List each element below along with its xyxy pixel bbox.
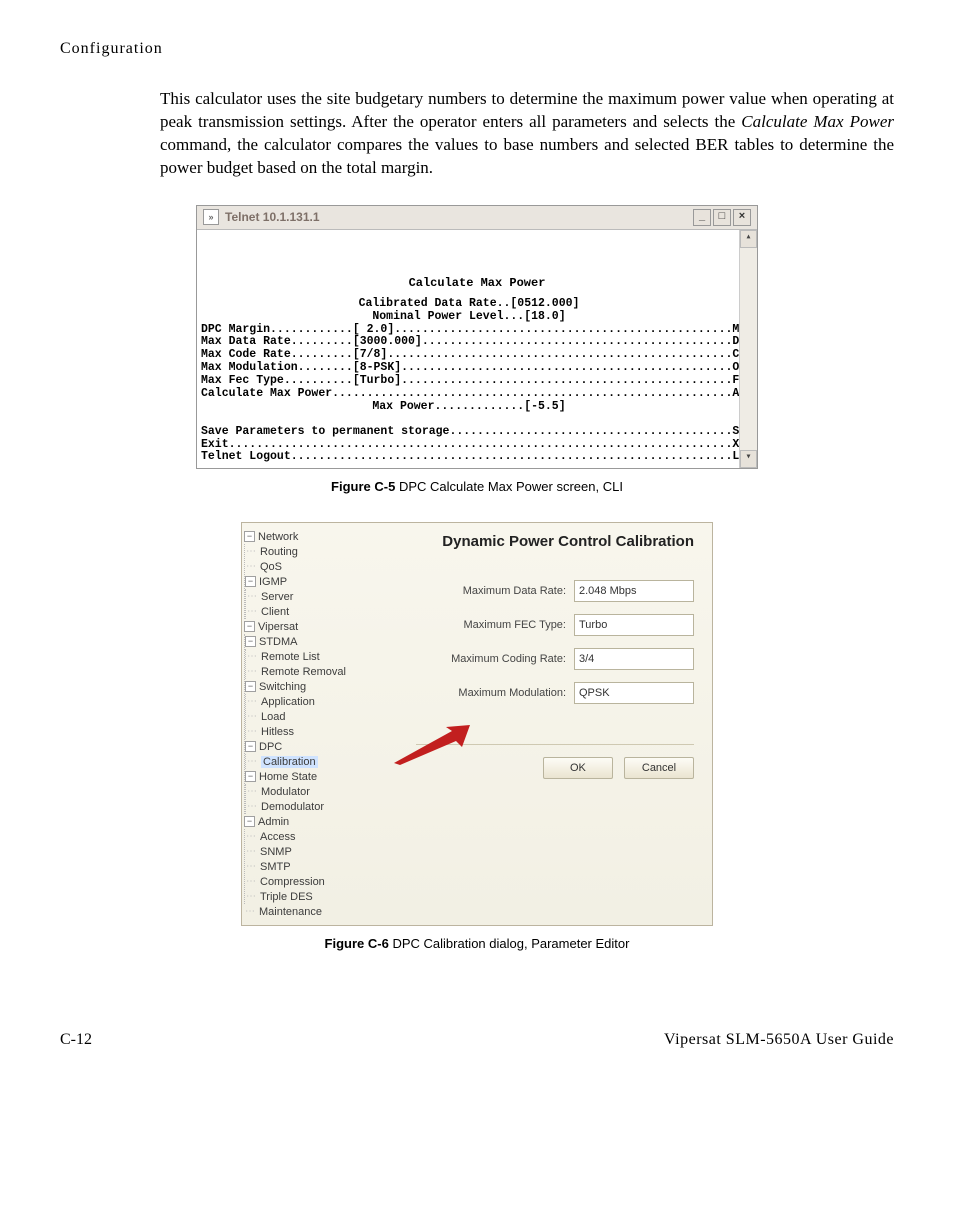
tree-stdma[interactable]: STDMA	[259, 636, 298, 648]
figure-c5-text: DPC Calculate Max Power screen, CLI	[395, 479, 623, 494]
tree-demodulator[interactable]: Demodulator	[261, 801, 324, 813]
tree-switching[interactable]: Switching	[259, 681, 306, 693]
tree-smtp[interactable]: SMTP	[260, 861, 291, 873]
tree-vipersat[interactable]: Vipersat	[258, 621, 298, 633]
tree-home-state[interactable]: Home State	[259, 771, 317, 783]
figure-c5-num: Figure C-5	[331, 479, 395, 494]
tree-triple-des[interactable]: Triple DES	[260, 891, 313, 903]
telnet-window: » Telnet 10.1.131.1 _ □ × ▴ ▾ Calculate …	[196, 205, 758, 470]
telnet-body: ▴ ▾ Calculate Max Power Calibrated Data …	[197, 230, 757, 469]
figure-c6-caption: Figure C-6 DPC Calibration dialog, Param…	[60, 936, 894, 951]
section-header: Configuration	[60, 40, 894, 58]
minimize-button[interactable]: _	[693, 209, 711, 226]
max-fec-type-label: Maximum FEC Type:	[416, 619, 574, 631]
tree-hitless[interactable]: Hitless	[261, 726, 294, 738]
tree-network[interactable]: Network	[258, 531, 298, 543]
telnet-title-text: Telnet 10.1.131.1	[225, 210, 320, 224]
max-modulation-label: Maximum Modulation:	[416, 687, 574, 699]
max-coding-rate-label: Maximum Coding Rate:	[416, 653, 574, 665]
form-panel: Dynamic Power Control Calibration Maximu…	[410, 523, 712, 925]
tree-igmp[interactable]: IGMP	[259, 576, 287, 588]
telnet-scrollbar[interactable]: ▴ ▾	[739, 230, 757, 469]
tree-snmp[interactable]: SNMP	[260, 846, 292, 858]
telnet-app-icon: »	[203, 209, 219, 225]
ok-button[interactable]: OK	[543, 757, 613, 779]
footer-guide-title: Vipersat SLM-5650A User Guide	[664, 1031, 894, 1049]
expander-icon[interactable]: −	[245, 681, 256, 692]
tree-load[interactable]: Load	[261, 711, 285, 723]
telnet-footer-block: Save Parameters to permanent storage....…	[199, 414, 755, 465]
max-data-rate-input[interactable]	[574, 580, 694, 602]
nav-tree: −Network ⋯Routing ⋯QoS −IGMP ⋯Server ⋯Cl…	[242, 523, 410, 925]
max-data-rate-label: Maximum Data Rate:	[416, 585, 574, 597]
tree-routing[interactable]: Routing	[260, 546, 298, 558]
tree-remote-list[interactable]: Remote List	[261, 651, 320, 663]
tree-client[interactable]: Client	[261, 606, 289, 618]
telnet-titlebar: » Telnet 10.1.131.1 _ □ ×	[197, 206, 757, 230]
telnet-params-block: Calibrated Data Rate..[0512.000] Nominal…	[199, 298, 755, 414]
close-button[interactable]: ×	[733, 209, 751, 226]
scroll-down-icon[interactable]: ▾	[740, 450, 757, 468]
maximize-button[interactable]: □	[713, 209, 731, 226]
expander-icon[interactable]: −	[244, 816, 255, 827]
expander-icon[interactable]: −	[244, 621, 255, 632]
intro-text-italic: Calculate Max Power	[741, 112, 894, 131]
cancel-button[interactable]: Cancel	[624, 757, 694, 779]
scroll-up-icon[interactable]: ▴	[740, 230, 757, 248]
tree-compression[interactable]: Compression	[260, 876, 325, 888]
tree-modulator[interactable]: Modulator	[261, 786, 310, 798]
tree-calibration[interactable]: Calibration	[261, 756, 318, 768]
figure-c6-text: DPC Calibration dialog, Parameter Editor	[389, 936, 630, 951]
max-fec-type-input[interactable]	[574, 614, 694, 636]
tree-application[interactable]: Application	[261, 696, 315, 708]
expander-icon[interactable]: −	[244, 531, 255, 542]
separator	[416, 744, 694, 745]
tree-qos[interactable]: QoS	[260, 561, 282, 573]
intro-text-b: command, the calculator compares the val…	[160, 135, 894, 177]
expander-icon[interactable]: −	[245, 576, 256, 587]
expander-icon[interactable]: −	[245, 636, 256, 647]
expander-icon[interactable]: −	[245, 741, 256, 752]
tree-remote-removal[interactable]: Remote Removal	[261, 666, 346, 678]
max-modulation-input[interactable]	[574, 682, 694, 704]
panel-heading: Dynamic Power Control Calibration	[416, 533, 694, 550]
tree-maintenance[interactable]: Maintenance	[259, 906, 322, 918]
tree-access[interactable]: Access	[260, 831, 295, 843]
figure-c5-caption: Figure C-5 DPC Calculate Max Power scree…	[60, 479, 894, 494]
figure-c6-num: Figure C-6	[325, 936, 389, 951]
telnet-screen-heading: Calculate Max Power	[199, 234, 755, 298]
tree-dpc[interactable]: DPC	[259, 741, 282, 753]
expander-icon[interactable]: −	[245, 771, 256, 782]
parameter-editor-window: −Network ⋯Routing ⋯QoS −IGMP ⋯Server ⋯Cl…	[241, 522, 713, 926]
intro-paragraph: This calculator uses the site budgetary …	[160, 88, 894, 180]
page-number: C-12	[60, 1031, 92, 1049]
max-coding-rate-input[interactable]	[574, 648, 694, 670]
tree-admin[interactable]: Admin	[258, 816, 289, 828]
tree-server[interactable]: Server	[261, 591, 293, 603]
